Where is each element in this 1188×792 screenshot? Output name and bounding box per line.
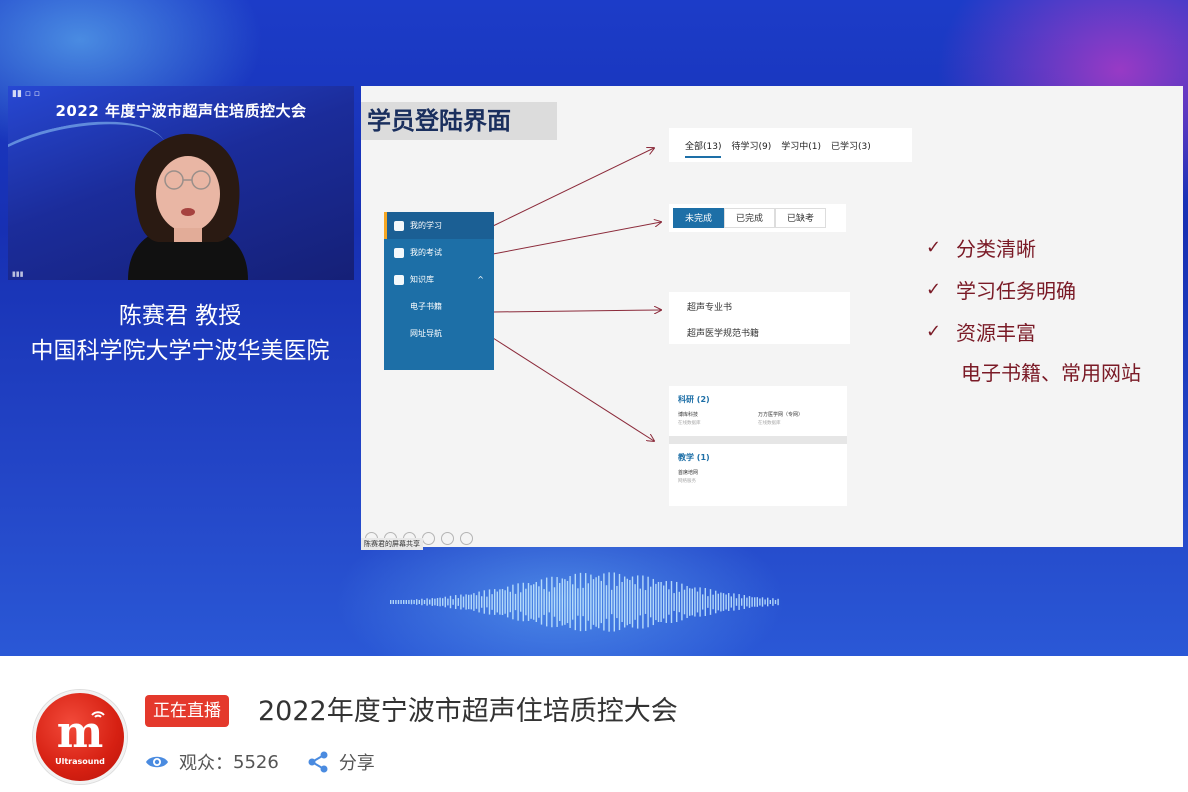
check-icon: ✓ xyxy=(926,236,942,258)
stream-stats: 观众： 5526 分享 xyxy=(145,749,375,775)
feature-points: ✓ 分类清晰 ✓ 学习任务明确 ✓ 资源丰富 电子书籍、常用网站 xyxy=(926,226,1141,394)
site-nav-panel: 科研 (2) 博库科技在线数据库 万方医学网（专网） 在线数据库 教学 (1) 首… xyxy=(669,386,847,506)
zoom-in-icon[interactable] xyxy=(441,531,454,545)
views-count: 5526 xyxy=(233,751,279,773)
site-item: 博库科技 xyxy=(678,412,699,418)
live-video-player[interactable]: ▮▮ ▫ ▫ 2022 年度宁波市超声住培质控大会 ▮▮▮ 陈赛君 教授 中国科… xyxy=(0,0,1188,656)
ebook-list: 超声专业书 超声医学规范书籍 xyxy=(669,292,850,344)
toolbar-button-icon[interactable] xyxy=(422,531,435,545)
share-icon xyxy=(308,751,328,773)
feature-point: 学习任务明确 xyxy=(956,278,1076,303)
feature-point: 资源丰富 xyxy=(956,320,1036,345)
feature-point: 分类清晰 xyxy=(956,236,1036,261)
study-tabs: 全部(13) 待学习(9) 学习中(1) 已学习(3) xyxy=(669,128,912,162)
share-label: 分享 xyxy=(338,753,375,774)
zoom-out-icon[interactable] xyxy=(460,531,473,545)
speaker-camera-tile: ▮▮ ▫ ▫ 2022 年度宁波市超声住培质控大会 ▮▮▮ xyxy=(8,86,354,280)
check-icon: ✓ xyxy=(926,320,942,342)
segment-complete: 已完成 xyxy=(724,208,775,228)
site-item-sub: 在线数据库 xyxy=(758,421,781,426)
presenter-institution: 中国科学院大学宁波华美医院 xyxy=(30,338,330,364)
site-item: 首席培网 xyxy=(678,470,699,476)
tab-done: 已学习(3) xyxy=(830,141,871,152)
channel-logo[interactable]: m Ultrasound xyxy=(33,690,127,784)
stream-info-bar: m Ultrasound 正在直播 2022年度宁波市超声住培质控大会 观众： … xyxy=(0,656,1188,792)
tab-pending: 待学习(9) xyxy=(731,141,772,152)
shared-slide: 学员登陆界面 我的学习 我的考试 知识库 ^ 电子书籍 网址导航 全部(13) 待… xyxy=(361,86,1183,550)
camera-corner-label: ▮▮▮ xyxy=(12,270,24,278)
site-category-teaching: 教学 (1) xyxy=(678,453,710,462)
tab-all: 全部(13) xyxy=(685,139,722,158)
people-icon xyxy=(394,220,404,231)
ebook-item: 超声医学规范书籍 xyxy=(687,329,760,339)
logo-letter-icon: m xyxy=(56,707,104,758)
tab-in-progress: 学习中(1) xyxy=(781,141,821,152)
menu-item-knowledge: 知识库 ^ xyxy=(384,266,494,293)
site-category-research: 科研 (2) xyxy=(678,395,710,404)
check-icon: ✓ xyxy=(926,278,942,300)
views-label: 观众： xyxy=(179,753,233,774)
menu-item-ebooks: 电子书籍 xyxy=(410,302,442,311)
sound-wave-decoration xyxy=(390,572,779,632)
share-button[interactable]: 分享 xyxy=(307,749,375,775)
menu-item-site-nav: 网址导航 xyxy=(410,329,442,338)
menu-item-my-exam: 我的考试 xyxy=(384,239,494,266)
menu-item-my-study: 我的学习 xyxy=(384,212,494,239)
site-item-sub: 在线数据库 xyxy=(678,421,701,426)
live-badge: 正在直播 xyxy=(145,695,229,727)
segment-incomplete: 未完成 xyxy=(673,208,724,228)
segment-absent: 已缺考 xyxy=(775,208,826,228)
screen-share-label: 陈赛君的屏幕共享 xyxy=(361,538,423,550)
ebook-item: 超声专业书 xyxy=(687,303,733,313)
stream-title: 2022年度宁波市超声住培质控大会 xyxy=(258,696,678,727)
eye-icon xyxy=(146,756,168,768)
site-item: 万方医学网（专网） xyxy=(758,412,804,418)
exam-icon xyxy=(394,247,404,258)
chevron-up-icon: ^ xyxy=(477,275,484,284)
presenter-name: 陈赛君 教授 xyxy=(118,303,242,329)
app-side-menu: 我的学习 我的考试 知识库 ^ 电子书籍 网址导航 xyxy=(384,212,494,370)
exam-segments: 未完成 已完成 已缺考 xyxy=(669,204,846,232)
speaker-tile-banner: 2022 年度宁波市超声住培质控大会 xyxy=(55,102,307,120)
book-icon xyxy=(394,274,404,285)
presenter-video-icon xyxy=(128,133,248,280)
camera-status-icons: ▮▮ ▫ ▫ xyxy=(12,89,40,99)
feature-point-detail: 电子书籍、常用网站 xyxy=(961,361,1141,385)
logo-text: Ultrasound xyxy=(55,757,105,766)
site-item-sub: 网络服务 xyxy=(678,479,696,484)
